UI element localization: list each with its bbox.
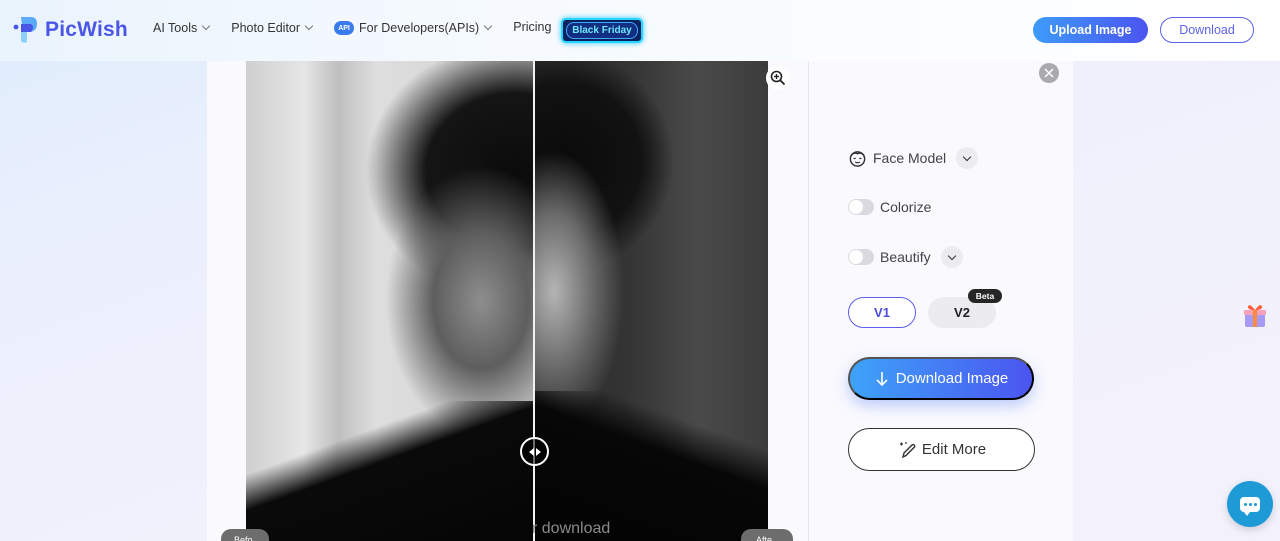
arrow-right-icon	[535, 447, 541, 456]
chevron-down-icon	[483, 21, 493, 31]
chat-support-button[interactable]	[1227, 481, 1273, 527]
zoom-in-icon	[770, 70, 786, 86]
beautify-label: Beautify	[880, 249, 931, 265]
chevron-down-icon	[202, 21, 211, 31]
face-icon	[849, 150, 866, 167]
close-button[interactable]	[1039, 63, 1059, 83]
main-nav: AI Tools Photo Editor API For Developers…	[153, 20, 573, 35]
black-friday-label: Black Friday	[566, 22, 638, 39]
download-image-label: Download Image	[895, 370, 1009, 387]
api-icon: API	[334, 21, 355, 35]
nav-photo-editor[interactable]: Photo Editor	[231, 21, 314, 35]
nav-developers[interactable]: API For Developers(APIs)	[334, 21, 493, 35]
compare-image-viewer[interactable]	[246, 61, 768, 541]
face-model-option[interactable]: Face Model	[848, 147, 979, 169]
nav-ai-tools-label: AI Tools	[153, 21, 198, 35]
face-model-dropdown[interactable]	[956, 147, 979, 169]
edit-more-label: Edit More	[921, 441, 987, 458]
colorize-toggle[interactable]	[848, 199, 874, 215]
nav-developers-label: For Developers(APIs)	[359, 21, 480, 35]
picwish-logo[interactable]: PicWish	[13, 15, 128, 45]
nav-photo-editor-label: Photo Editor	[231, 21, 301, 35]
colorize-option: Colorize	[848, 199, 931, 215]
before-image	[246, 61, 534, 541]
nav-pricing-label: Pricing	[513, 20, 552, 34]
top-nav-bar: PicWish AI Tools Photo Editor API For De…	[0, 0, 1280, 61]
download-arrow-icon	[876, 371, 888, 386]
close-icon	[1044, 68, 1054, 78]
beta-badge: Beta	[968, 289, 1002, 303]
chat-icon	[1240, 496, 1260, 516]
beautify-dropdown[interactable]	[940, 246, 963, 268]
gift-promo-button[interactable]	[1240, 300, 1270, 330]
nav-ai-tools[interactable]: AI Tools	[153, 21, 211, 35]
nav-pricing[interactable]: Pricing	[513, 20, 551, 34]
brand-name: PicWish	[45, 18, 128, 41]
compare-slider-handle[interactable]	[520, 437, 549, 466]
chevron-down-icon	[962, 152, 972, 161]
black-friday-badge[interactable]: Black Friday	[561, 18, 643, 43]
download-button[interactable]: Download	[1160, 17, 1254, 43]
after-label: Afte	[741, 529, 793, 541]
zoom-in-button[interactable]	[766, 66, 790, 90]
chevron-down-icon	[304, 21, 314, 31]
version-v1-button[interactable]: V1	[848, 297, 916, 328]
panel-divider	[808, 61, 809, 541]
before-label: Befo	[221, 529, 269, 541]
colorize-label: Colorize	[880, 199, 932, 215]
picwish-logo-icon	[13, 17, 37, 43]
arrow-left-icon	[528, 447, 534, 456]
chevron-down-icon	[947, 251, 956, 260]
edit-more-button[interactable]: Edit More	[848, 428, 1035, 471]
upload-image-button[interactable]: Upload Image	[1033, 17, 1148, 43]
face-model-label: Face Model	[873, 150, 947, 166]
magic-pen-icon	[899, 441, 916, 458]
after-image	[534, 61, 768, 541]
gift-icon	[1244, 305, 1266, 327]
download-hint-text: r download	[532, 520, 611, 537]
download-image-button[interactable]: Download Image	[848, 357, 1034, 400]
compare-divider[interactable]	[533, 61, 535, 541]
beautify-option: Beautify	[848, 246, 963, 268]
beautify-toggle[interactable]	[848, 249, 874, 265]
